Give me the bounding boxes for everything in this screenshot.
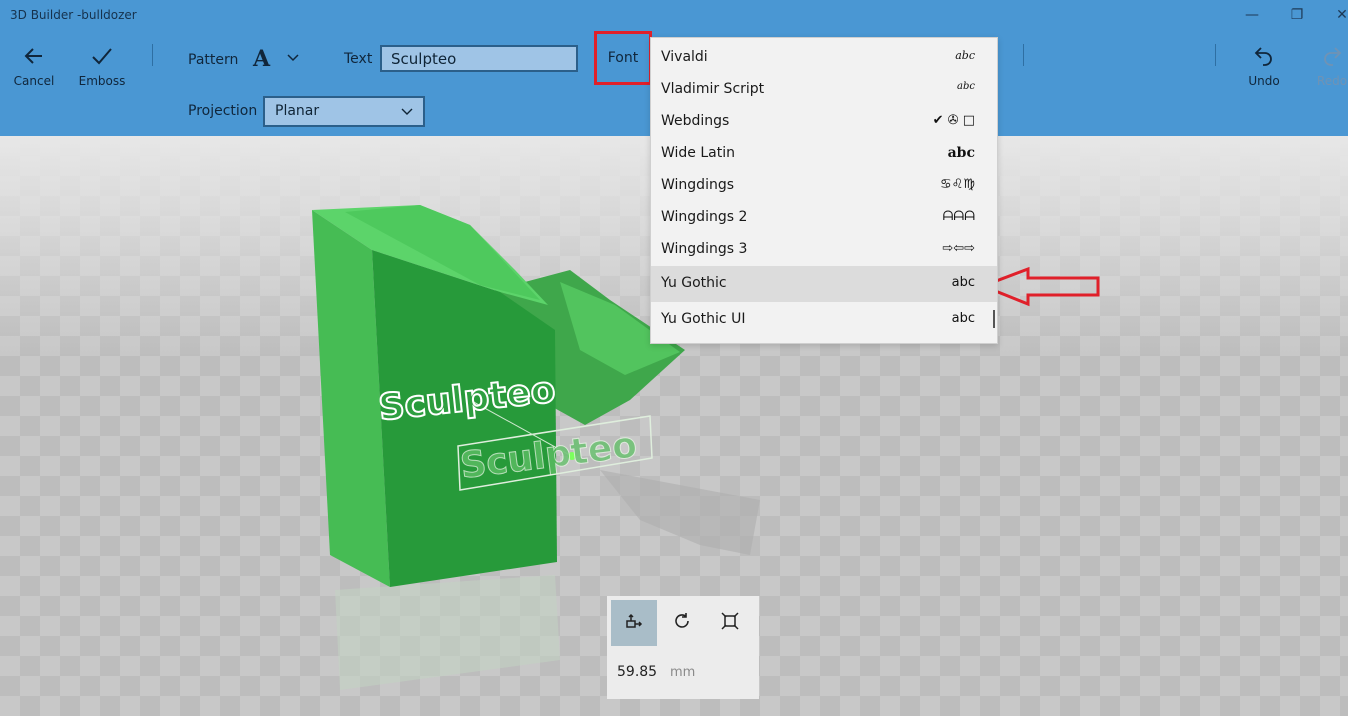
redo-label: Redo: [1316, 74, 1348, 88]
transform-tool-panel: 59.85 mm: [607, 596, 759, 699]
font-item-preview: abc: [951, 275, 975, 290]
font-item-vivaldi[interactable]: Vivaldi abc: [651, 42, 997, 74]
cancel-label: Cancel: [13, 74, 55, 88]
window-title: 3D Builder -bulldozer: [10, 8, 137, 22]
back-arrow-icon: [4, 44, 64, 70]
undo-label: Undo: [1248, 74, 1280, 88]
font-item-name: Yu Gothic: [661, 275, 727, 291]
redo-icon: [1302, 44, 1348, 70]
font-item-vladimir-script[interactable]: Vladimir Script abc: [651, 74, 997, 106]
font-item-wingdings-3[interactable]: Wingdings 3 ⇨⇦⇨: [651, 234, 997, 266]
text-label: Text: [344, 51, 373, 67]
projection-label: Projection: [188, 103, 258, 119]
font-item-name: Vladimir Script: [661, 81, 765, 97]
font-button-label: Font: [607, 50, 639, 66]
rotate-icon: [672, 611, 692, 636]
undo-icon: [1234, 44, 1294, 70]
font-item-wingdings-2[interactable]: Wingdings 2 ᗩᗩᗩ: [651, 202, 997, 234]
font-item-preview: abc: [947, 145, 975, 161]
toolbar-divider: [152, 44, 153, 66]
font-dropdown-list[interactable]: Vivaldi abc Vladimir Script abc Webdings…: [650, 37, 998, 344]
checkmark-icon: [72, 44, 132, 70]
chevron-down-icon: [401, 98, 413, 135]
restore-button[interactable]: ❐: [1282, 4, 1312, 26]
font-item-preview: ⇨⇦⇨: [942, 241, 975, 256]
font-item-name: Wingdings 3: [661, 241, 748, 257]
cancel-button[interactable]: Cancel: [4, 44, 64, 94]
font-item-yu-gothic-ui[interactable]: Yu Gothic UI abc: [651, 304, 997, 336]
font-item-wingdings[interactable]: Wingdings ♋♌♍: [651, 170, 997, 202]
close-button[interactable]: ✕: [1327, 4, 1348, 26]
rotate-tool-button[interactable]: [659, 600, 705, 646]
font-item-preview: abc: [955, 49, 975, 62]
font-item-webdings[interactable]: Webdings ✔ ✇ □: [651, 106, 997, 138]
font-item-name: Webdings: [661, 113, 730, 129]
size-value[interactable]: 59.85: [617, 664, 657, 680]
emboss-button[interactable]: Emboss: [72, 44, 132, 94]
projection-select[interactable]: Planar: [263, 96, 425, 127]
scale-tool-button[interactable]: [707, 600, 753, 646]
font-item-preview: ᗩᗩᗩ: [942, 209, 975, 224]
model-shadow: [600, 470, 760, 555]
font-item-name: Wingdings: [661, 177, 735, 193]
pattern-chevron-down-icon[interactable]: [286, 50, 300, 69]
projection-value: Planar: [275, 103, 320, 119]
undo-button[interactable]: Undo: [1234, 44, 1294, 94]
text-input[interactable]: [380, 45, 578, 72]
font-item-wide-latin[interactable]: Wide Latin abc: [651, 138, 997, 170]
redo-button[interactable]: Redo: [1302, 44, 1348, 94]
font-item-preview: ✔ ✇ □: [932, 113, 975, 128]
move-icon: [624, 611, 644, 636]
model-reflection: [335, 575, 560, 690]
font-item-preview: abc: [957, 81, 975, 92]
scale-icon: [720, 611, 740, 636]
emboss-label: Emboss: [78, 74, 126, 88]
font-item-preview: ♋♌♍: [940, 177, 975, 192]
font-item-name: Vivaldi: [661, 49, 708, 65]
minimize-button[interactable]: —: [1237, 4, 1267, 26]
font-item-yu-gothic[interactable]: Yu Gothic abc: [651, 266, 997, 302]
font-item-name: Wide Latin: [661, 145, 736, 161]
font-list-scrollbar[interactable]: [993, 310, 995, 328]
pattern-font-glyph[interactable]: A: [253, 46, 270, 72]
font-item-name: Wingdings 2: [661, 209, 748, 225]
toolbar-divider: [1023, 44, 1024, 66]
size-unit: mm: [670, 665, 696, 680]
font-button[interactable]: Font: [594, 31, 652, 85]
pattern-label: Pattern: [188, 52, 239, 68]
font-item-name: Yu Gothic UI: [661, 311, 746, 327]
move-tool-button[interactable]: [611, 600, 657, 646]
toolbar-divider: [1215, 44, 1216, 66]
font-item-preview: abc: [951, 311, 975, 326]
red-arrow-annotation: [980, 266, 1100, 307]
